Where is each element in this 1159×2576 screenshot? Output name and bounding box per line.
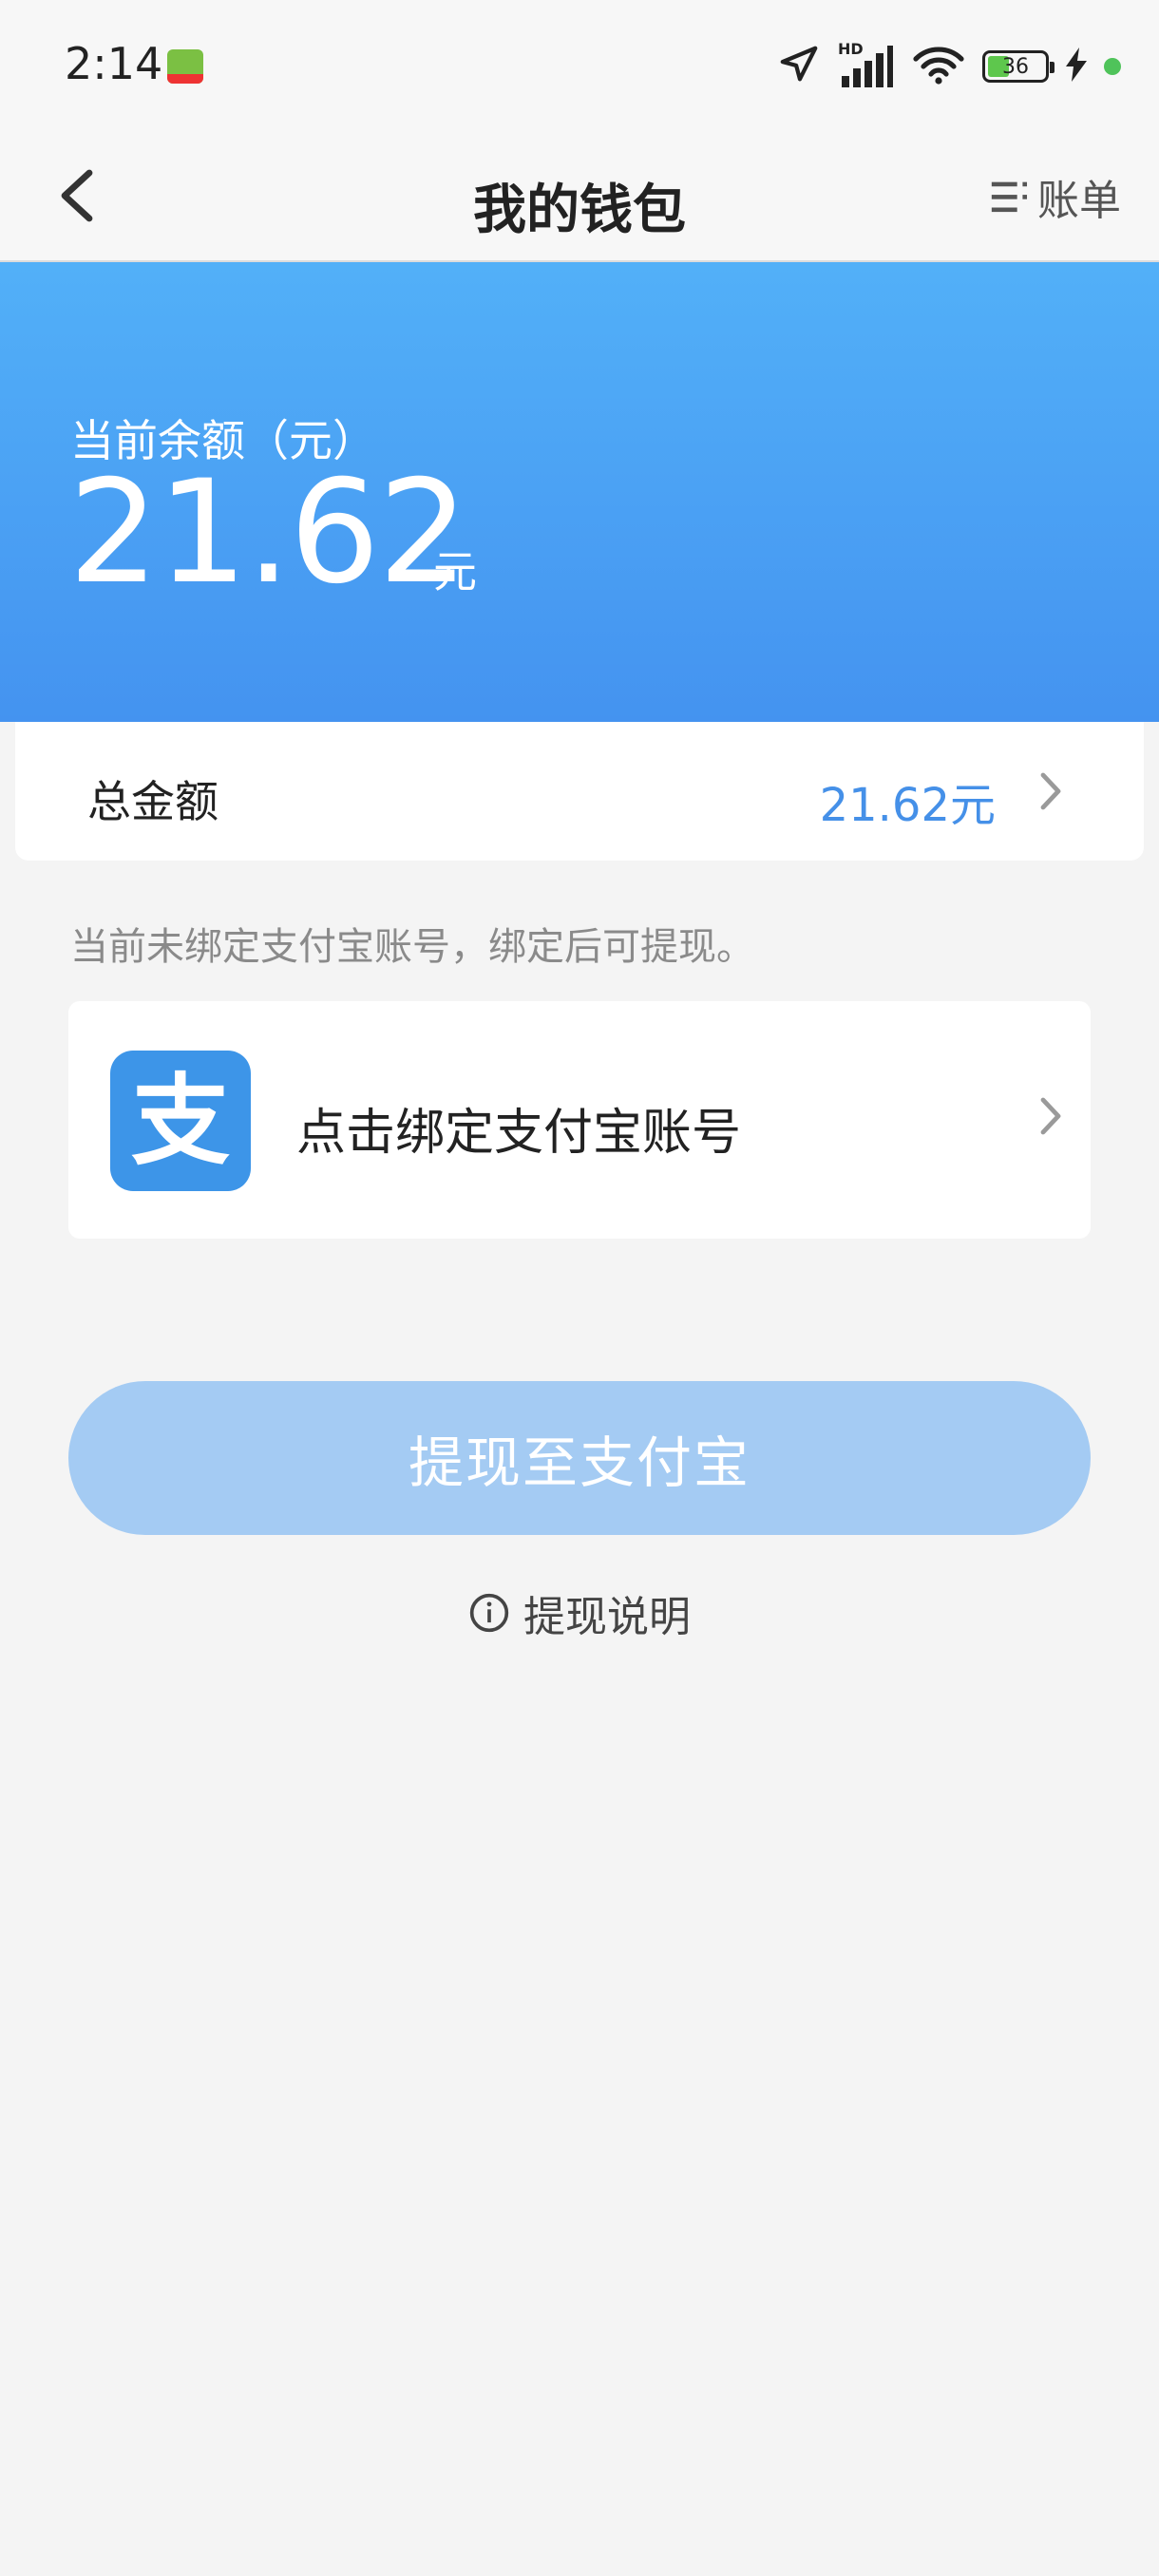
alipay-logo-glyph: 支 [130,1063,230,1179]
total-amount-label: 总金额 [87,776,218,827]
balance-amount: 21.62 [68,450,468,616]
bind-alipay-row[interactable]: 支 点击绑定支付宝账号 [68,1001,1091,1239]
app-notification-icon [167,49,203,84]
back-button[interactable] [38,158,114,234]
total-amount-row[interactable]: 总金额 21.62元 [15,722,1144,861]
alipay-icon: 支 [110,1051,251,1191]
bind-alipay-label: 点击绑定支付宝账号 [296,1105,742,1162]
status-icons: HD 36 [777,40,1121,91]
battery-level: 36 [1002,54,1029,79]
status-bar: 2:14 HD 36 [0,0,1159,133]
total-amount-value: 21.62元 [819,779,996,832]
withdraw-to-alipay-button[interactable]: 提现至支付宝 [68,1381,1091,1535]
back-arrow-icon [61,169,93,222]
green-dot-indicator [1104,58,1121,75]
balance-unit: 元 [433,546,477,597]
battery-icon: 36 [982,50,1054,83]
withdraw-info-link[interactable]: 提现说明 [0,1582,1159,1643]
bill-label: 账单 [1037,177,1121,225]
info-icon [469,1593,509,1633]
chevron-right-icon [1040,772,1061,810]
chevron-right-icon [1040,1097,1061,1135]
withdraw-info-label: 提现说明 [523,1593,691,1641]
list-icon [991,181,1028,213]
wifi-icon [912,43,965,90]
charging-icon [1066,47,1087,85]
location-icon [777,43,821,90]
header: 我的钱包 账单 [0,133,1159,262]
balance-banner: 当前余额（元） 21.62 元 [0,262,1159,722]
bill-button[interactable]: 账单 [988,160,1121,234]
page-title: 我的钱包 [473,180,686,241]
status-time: 2:14 [65,38,163,89]
signal-icon: HD [838,40,895,89]
bind-hint-text: 当前未绑定支付宝账号，绑定后可提现。 [70,925,754,969]
